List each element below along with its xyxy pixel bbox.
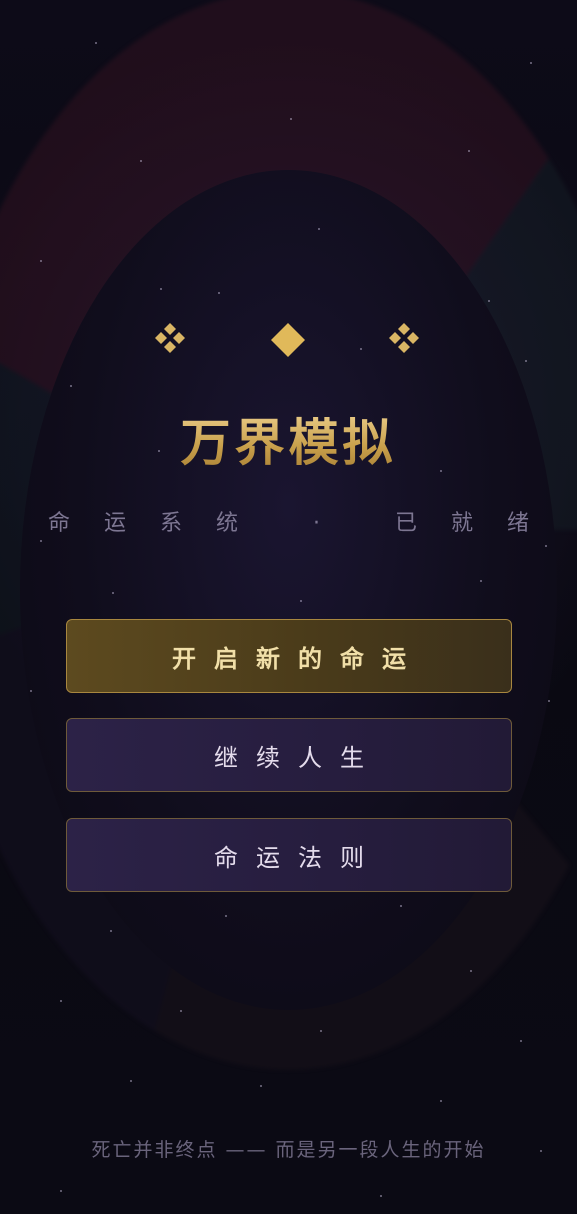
four-diamond-cluster-icon xyxy=(152,320,188,356)
footer-tagline: 死亡并非终点 —— 而是另一段人生的开始 xyxy=(91,1139,486,1161)
start-new-fate-label: 开启新的命运 xyxy=(172,643,424,673)
system-status: 命运系统 · 已就绪 xyxy=(48,511,563,536)
diamond-icon xyxy=(269,321,307,359)
start-screen: 万界模拟 命运系统 · 已就绪 开启新的命运 继续人生 命运法则 死亡并非终点 … xyxy=(0,0,577,1214)
fate-rules-button[interactable]: 命运法则 xyxy=(66,818,512,892)
continue-life-button[interactable]: 继续人生 xyxy=(66,718,512,792)
four-diamond-cluster-icon xyxy=(386,320,422,356)
continue-life-label: 继续人生 xyxy=(214,743,382,772)
fate-rules-label: 命运法则 xyxy=(214,843,382,872)
game-title: 万界模拟 xyxy=(0,403,577,475)
ornament-row xyxy=(0,320,577,360)
start-new-fate-button[interactable]: 开启新的命运 xyxy=(66,619,512,693)
